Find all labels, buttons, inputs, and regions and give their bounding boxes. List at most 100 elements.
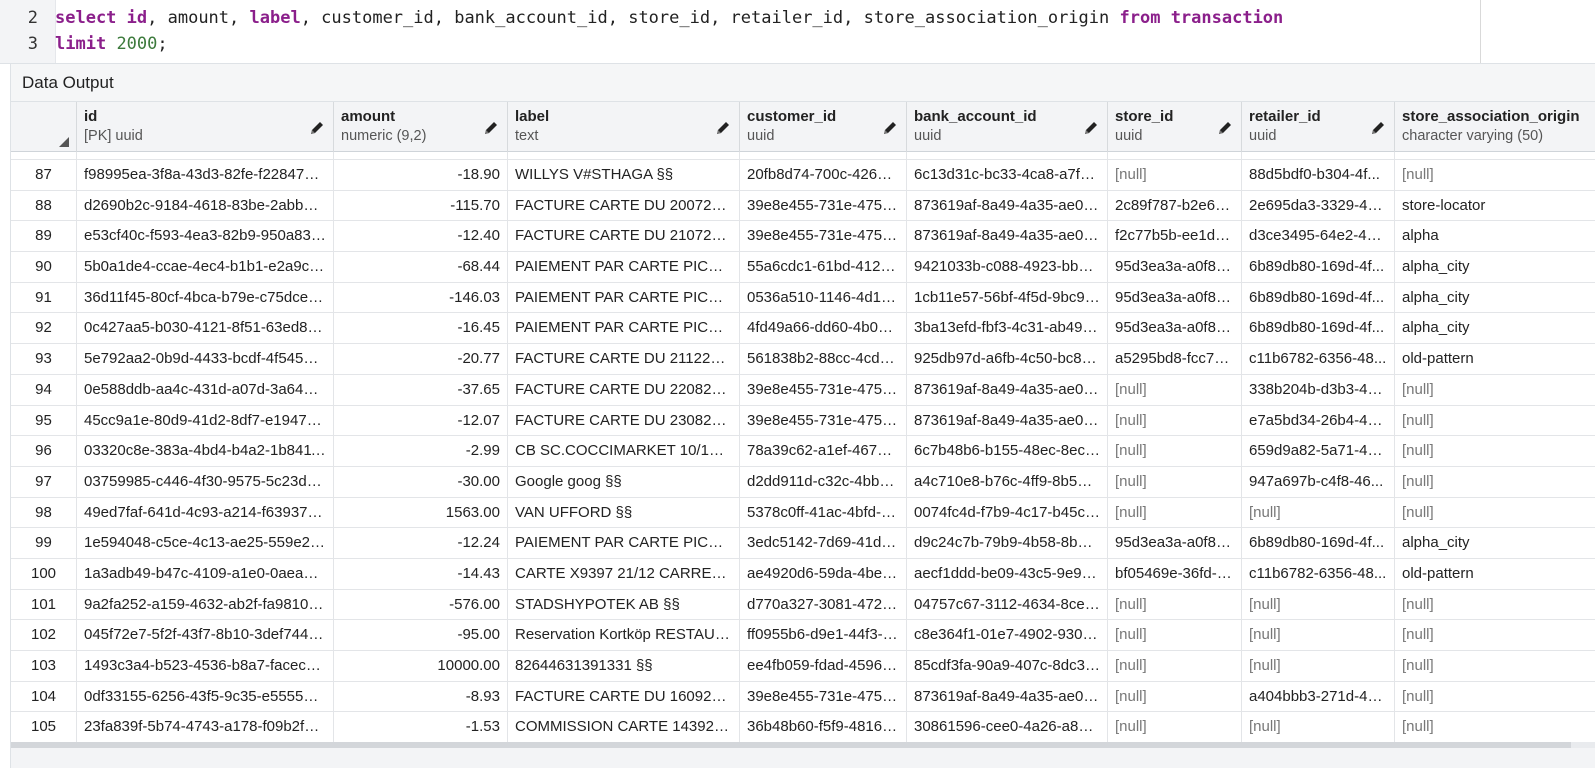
- table-cell[interactable]: old-pattern: [1395, 559, 1595, 589]
- row-number[interactable]: 100: [11, 558, 77, 589]
- table-cell[interactable]: -18.90: [334, 160, 508, 190]
- table-cell[interactable]: store-locator: [1395, 191, 1595, 221]
- table-cell[interactable]: 95d3ea3a-a0f8-4...: [1108, 252, 1242, 282]
- table-cell[interactable]: d2690b2c-9184-4618-83be-2abb04...: [77, 190, 334, 221]
- table-cell[interactable]: 873619af-8a49-4a35-ae0f-...: [907, 681, 1108, 712]
- table-cell[interactable]: Reservation Kortköp RESTAURA...: [508, 620, 740, 650]
- table-cell[interactable]: [null]: [1108, 620, 1242, 650]
- table-cell[interactable]: d3ce3495-64e2-4e...: [1242, 221, 1395, 252]
- table-cell[interactable]: d9c24c7b-79b9-4b58-8baa...: [907, 528, 1108, 558]
- table-cell[interactable]: FACTURE CARTE DU 211220 CA...: [508, 344, 740, 374]
- row-number[interactable]: 95: [11, 405, 77, 436]
- row-number[interactable]: 87: [11, 160, 77, 190]
- table-cell[interactable]: alpha_city: [1395, 313, 1595, 343]
- row-number[interactable]: 89: [11, 221, 77, 252]
- table-row[interactable]: 92 0c427aa5-b030-4121-8f51-63ed8b... -16.4…: [11, 313, 1595, 345]
- table-cell[interactable]: [null]: [1108, 589, 1242, 620]
- table-cell[interactable]: [null]: [1395, 682, 1595, 712]
- table-cell[interactable]: 5b0a1de4-ccae-4ec4-b1b1-e2a9cae...: [77, 252, 334, 282]
- table-row[interactable]: 105 23fa839f-5b74-4743-a178-f09b2f2e... -1…: [11, 712, 1595, 742]
- table-cell[interactable]: f2c77b5b-ee1d-4...: [1108, 221, 1242, 252]
- table-cell[interactable]: [null]: [1395, 160, 1595, 190]
- table-row[interactable]: 96 03320c8e-383a-4bd4-b4a2-1b8411... -2.99…: [11, 436, 1595, 467]
- table-cell[interactable]: 78a39c62-a1ef-4674-...: [740, 436, 907, 466]
- table-cell[interactable]: [null]: [1108, 405, 1242, 436]
- row-number[interactable]: 99: [11, 528, 77, 558]
- table-cell[interactable]: [null]: [1395, 498, 1595, 528]
- column-header-bank-account-id[interactable]: bank_account_id uuid: [907, 102, 1108, 152]
- table-cell[interactable]: 338b204b-d3b3-4d...: [1242, 374, 1395, 405]
- table-row[interactable]: 102 045f72e7-5f2f-43f7-8b10-3def7449... -9…: [11, 620, 1595, 651]
- table-cell[interactable]: [null]: [1395, 375, 1595, 405]
- table-cell[interactable]: bf05469e-36fd-4...: [1108, 558, 1242, 589]
- table-cell[interactable]: 0074fc4d-f7b9-4c17-b45c-...: [907, 497, 1108, 528]
- table-cell[interactable]: 925db97d-a6fb-4c50-bc8f-...: [907, 344, 1108, 374]
- pencil-edit-icon[interactable]: [309, 120, 325, 136]
- code-line[interactable]: 2 select id, amount, label, customer_id, …: [0, 5, 1480, 31]
- pencil-edit-icon[interactable]: [1370, 120, 1386, 136]
- table-cell[interactable]: aecf1ddd-be09-43c5-9e9b-...: [907, 558, 1108, 589]
- table-cell[interactable]: 873619af-8a49-4a35-ae0f-...: [907, 405, 1108, 436]
- table-cell[interactable]: e7a5bd34-26b4-42...: [1242, 405, 1395, 436]
- table-cell[interactable]: 0e588ddb-aa4c-431d-a07d-3a6429...: [77, 374, 334, 405]
- table-row[interactable]: 100 1a3adb49-b47c-4109-a1e0-0aea94... -14.…: [11, 558, 1595, 590]
- table-cell[interactable]: d2dd911d-c32c-4bb9-...: [740, 466, 907, 497]
- table-cell[interactable]: 1e594048-c5ce-4c13-ae25-559e29...: [77, 528, 334, 558]
- table-cell[interactable]: 0df33155-6256-43f5-9c35-e555570...: [77, 681, 334, 712]
- table-cell[interactable]: 88d5bdf0-b304-4f...: [1242, 160, 1395, 190]
- table-cell[interactable]: PAIEMENT PAR CARTE PICARD ...: [508, 528, 740, 558]
- table-row[interactable]: 90 5b0a1de4-ccae-4ec4-b1b1-e2a9cae... -68.…: [11, 252, 1595, 283]
- table-row[interactable]: 98 49ed7faf-641d-4c93-a214-f639370... 1563…: [11, 497, 1595, 529]
- table-cell[interactable]: [null]: [1395, 712, 1595, 742]
- table-cell[interactable]: -14.43: [334, 558, 508, 589]
- table-cell[interactable]: ee4fb059-fdad-4596-...: [740, 651, 907, 681]
- table-cell[interactable]: [null]: [1108, 374, 1242, 405]
- table-cell[interactable]: WILLYS V#STHAGA §§: [508, 160, 740, 190]
- column-header-label[interactable]: label text: [508, 102, 740, 152]
- table-cell[interactable]: [null]: [1395, 620, 1595, 650]
- table-cell[interactable]: FACTURE CARTE DU 210720 K ...: [508, 221, 740, 252]
- table-cell[interactable]: alpha_city: [1395, 528, 1595, 558]
- table-cell[interactable]: -1.53: [334, 712, 508, 742]
- table-cell[interactable]: [null]: [1108, 436, 1242, 466]
- table-row[interactable]: 91 36d11f45-80cf-4bca-b79e-c75dce9... -146…: [11, 282, 1595, 314]
- column-header-store-association-origin[interactable]: store_association_origin character varyin…: [1395, 102, 1595, 152]
- table-cell[interactable]: CARTE X9397 21/12 CARREFO...: [508, 558, 740, 589]
- table-cell[interactable]: 39e8e455-731e-475a-...: [740, 681, 907, 712]
- table-cell[interactable]: FACTURE CARTE DU 220820 M...: [508, 374, 740, 405]
- table-cell[interactable]: 03759985-c446-4f30-9575-5c23d3...: [77, 466, 334, 497]
- table-cell[interactable]: 45cc9a1e-80d9-41d2-8df7-e194738...: [77, 405, 334, 436]
- table-cell[interactable]: alpha: [1395, 221, 1595, 251]
- table-cell[interactable]: FACTURE CARTE DU 230820 VI...: [508, 405, 740, 436]
- table-cell[interactable]: [null]: [1242, 712, 1395, 742]
- table-cell[interactable]: PAIEMENT PAR CARTE PICARD ...: [508, 313, 740, 344]
- table-cell[interactable]: [null]: [1395, 651, 1595, 681]
- table-cell[interactable]: 9a2fa252-a159-4632-ab2f-fa98104...: [77, 589, 334, 620]
- row-number[interactable]: 105: [11, 712, 77, 742]
- table-cell[interactable]: 1cb11e57-56bf-4f5d-9bc9-...: [907, 282, 1108, 313]
- table-row[interactable]: 101 9a2fa252-a159-4632-ab2f-fa98104... -57…: [11, 589, 1595, 621]
- column-header-retailer-id[interactable]: retailer_id uuid: [1242, 102, 1395, 152]
- table-cell[interactable]: 6c7b48b6-b155-48ec-8ecc-...: [907, 436, 1108, 466]
- row-number[interactable]: 96: [11, 436, 77, 466]
- table-cell[interactable]: c11b6782-6356-48...: [1242, 558, 1395, 589]
- table-cell[interactable]: -12.07: [334, 405, 508, 436]
- row-number[interactable]: 97: [11, 466, 77, 497]
- row-number[interactable]: 102: [11, 620, 77, 650]
- table-cell[interactable]: 49ed7faf-641d-4c93-a214-f639370...: [77, 497, 334, 528]
- table-cell[interactable]: c11b6782-6356-48...: [1242, 344, 1395, 374]
- table-cell[interactable]: -95.00: [334, 620, 508, 650]
- select-all-corner[interactable]: [11, 102, 77, 152]
- row-number[interactable]: 92: [11, 313, 77, 344]
- table-cell[interactable]: e53cf40c-f593-4ea3-82b9-950a837...: [77, 221, 334, 252]
- table-cell[interactable]: [null]: [1108, 160, 1242, 190]
- table-cell[interactable]: 0c427aa5-b030-4121-8f51-63ed8b...: [77, 313, 334, 344]
- table-cell[interactable]: -2.99: [334, 436, 508, 466]
- table-cell[interactable]: 561838b2-88cc-4cd9-...: [740, 344, 907, 374]
- table-cell[interactable]: -30.00: [334, 466, 508, 497]
- table-cell[interactable]: 0536a510-1146-4d1d-...: [740, 282, 907, 313]
- table-cell[interactable]: 2e695da3-3329-45...: [1242, 190, 1395, 221]
- table-cell[interactable]: a4c710e8-b76c-4ff9-8b50-...: [907, 466, 1108, 497]
- table-cell[interactable]: 045f72e7-5f2f-43f7-8b10-3def7449...: [77, 620, 334, 650]
- table-cell[interactable]: -115.70: [334, 190, 508, 221]
